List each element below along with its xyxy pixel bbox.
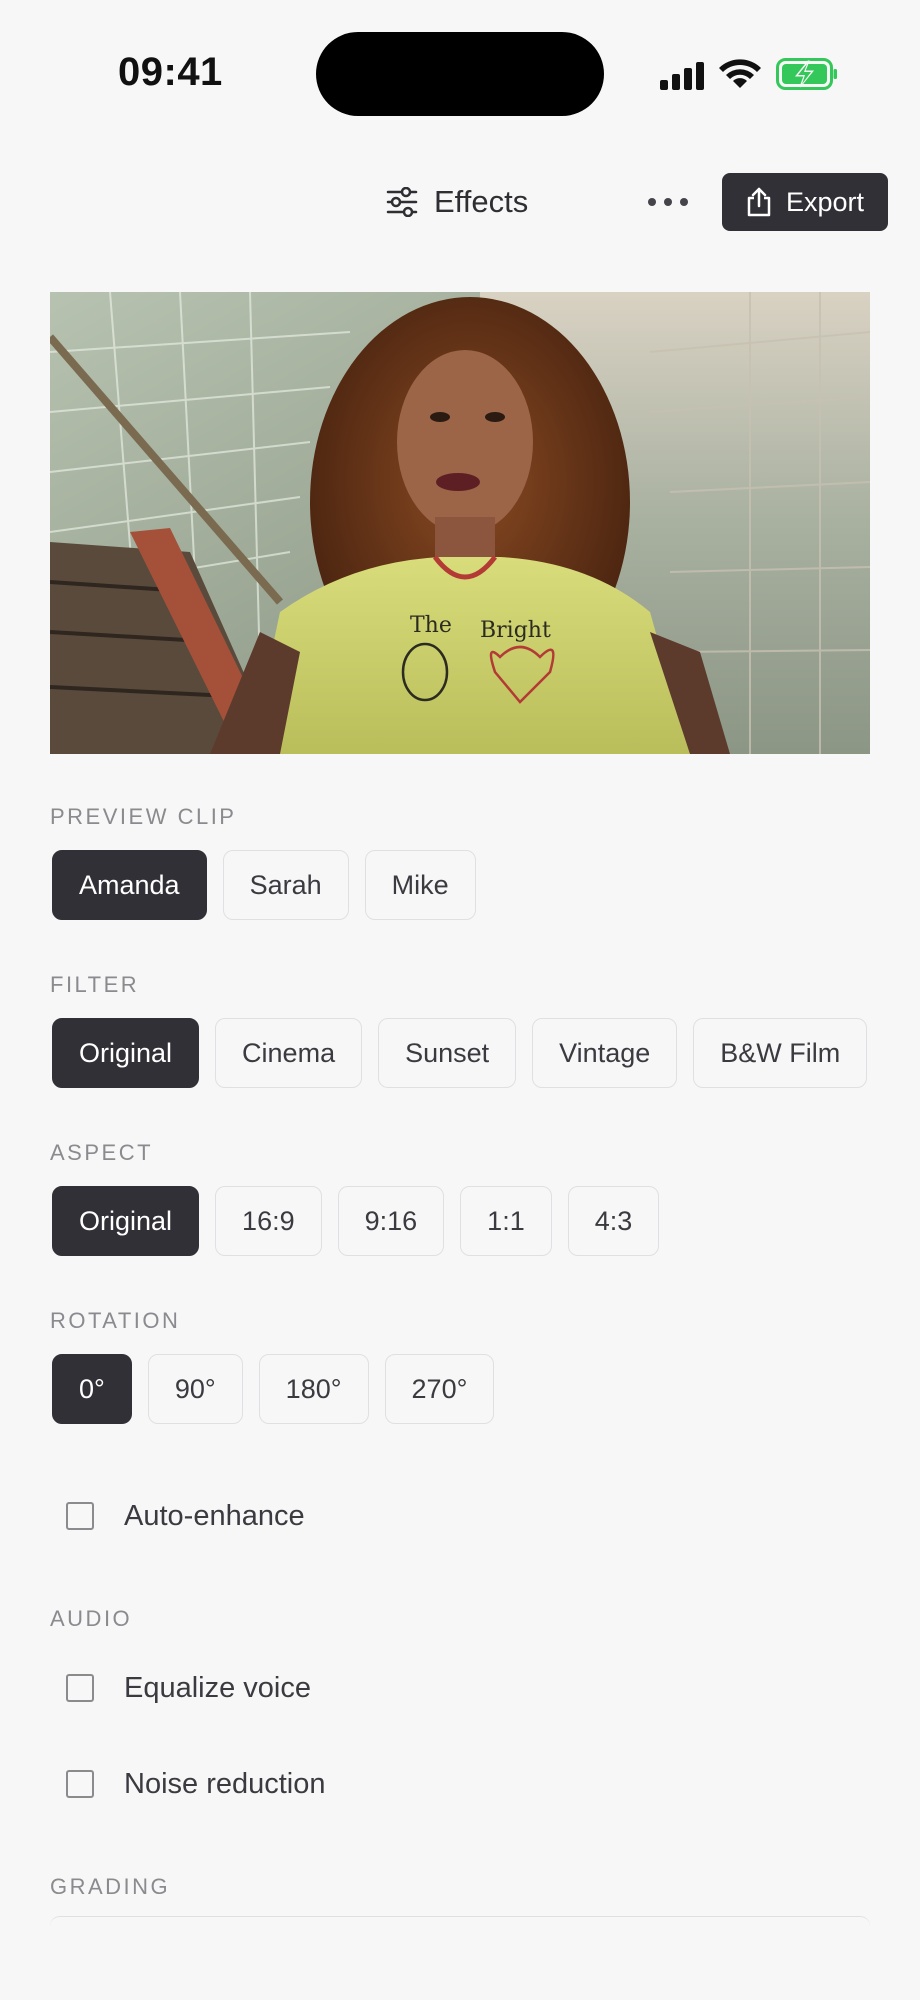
noise-reduction-checkbox[interactable]	[66, 1770, 94, 1798]
aspect-option-9-16[interactable]: 9:16	[337, 1186, 445, 1256]
equalize-voice-checkbox[interactable]	[66, 1674, 94, 1702]
wifi-icon	[719, 59, 761, 88]
battery-charging-icon	[776, 58, 837, 90]
status-time: 09:41	[118, 50, 223, 94]
sliders-icon	[386, 187, 418, 217]
noise-reduction-row[interactable]: Noise reduction	[66, 1764, 326, 1804]
rotation-option-90[interactable]: 90°	[147, 1354, 243, 1424]
aspect-option-1-1[interactable]: 1:1	[460, 1186, 552, 1256]
filter-option-vintage[interactable]: Vintage	[532, 1018, 678, 1088]
rotation-option-0[interactable]: 0°	[52, 1354, 132, 1424]
aspect-option-4-3[interactable]: 4:3	[567, 1186, 660, 1256]
share-icon	[747, 187, 771, 217]
cellular-signal-icon	[660, 60, 706, 90]
filter-heading: FILTER	[50, 972, 140, 997]
rotation-heading: ROTATION	[50, 1308, 181, 1333]
filter-option-original[interactable]: Original	[52, 1018, 200, 1088]
clip-option-sarah[interactable]: Sarah	[222, 850, 349, 920]
aspect-options: Original 16:9 9:16 1:1 4:3	[52, 1186, 870, 1256]
aspect-option-original[interactable]: Original	[52, 1186, 200, 1256]
aspect-heading: ASPECT	[50, 1140, 154, 1165]
rotation-option-270[interactable]: 270°	[384, 1354, 495, 1424]
more-icon[interactable]	[648, 190, 688, 214]
noise-reduction-label: Noise reduction	[124, 1767, 326, 1800]
video-preview[interactable]: The Bright	[50, 292, 870, 754]
filter-options: Original Cinema Sunset Vintage B&W Film	[52, 1018, 870, 1088]
clip-option-amanda[interactable]: Amanda	[52, 850, 207, 920]
auto-enhance-row[interactable]: Auto-enhance	[66, 1496, 305, 1536]
grading-heading: GRADING	[50, 1874, 171, 1899]
filter-option-sunset[interactable]: Sunset	[378, 1018, 517, 1088]
preview-clip-heading: PREVIEW CLIP	[50, 804, 237, 829]
preview-clip-options: Amanda Sarah Mike	[52, 850, 870, 920]
status-bar: 09:41	[0, 0, 920, 140]
grading-panel-edge	[50, 1916, 870, 1926]
export-button[interactable]: Export	[722, 173, 888, 231]
rotation-option-180[interactable]: 180°	[258, 1354, 369, 1424]
clip-option-mike[interactable]: Mike	[364, 850, 476, 920]
effects-label: Effects	[434, 184, 529, 219]
aspect-option-16-9[interactable]: 16:9	[215, 1186, 322, 1256]
preview-frame-image: The Bright	[50, 292, 870, 754]
equalize-voice-label: Equalize voice	[124, 1671, 311, 1704]
dynamic-island	[316, 32, 604, 116]
svg-text:Bright: Bright	[480, 618, 551, 643]
equalize-voice-row[interactable]: Equalize voice	[66, 1668, 311, 1708]
filter-option-cinema[interactable]: Cinema	[215, 1018, 363, 1088]
svg-text:The: The	[410, 613, 452, 638]
filter-option-bw-film[interactable]: B&W Film	[693, 1018, 868, 1088]
export-label: Export	[785, 186, 865, 217]
auto-enhance-label: Auto-enhance	[124, 1499, 305, 1532]
auto-enhance-checkbox[interactable]	[66, 1502, 94, 1530]
rotation-options: 0° 90° 180° 270°	[52, 1354, 870, 1424]
editor-header: Effects Export	[0, 160, 920, 240]
audio-heading: AUDIO	[50, 1606, 133, 1631]
effects-menu[interactable]: Effects	[386, 182, 528, 222]
